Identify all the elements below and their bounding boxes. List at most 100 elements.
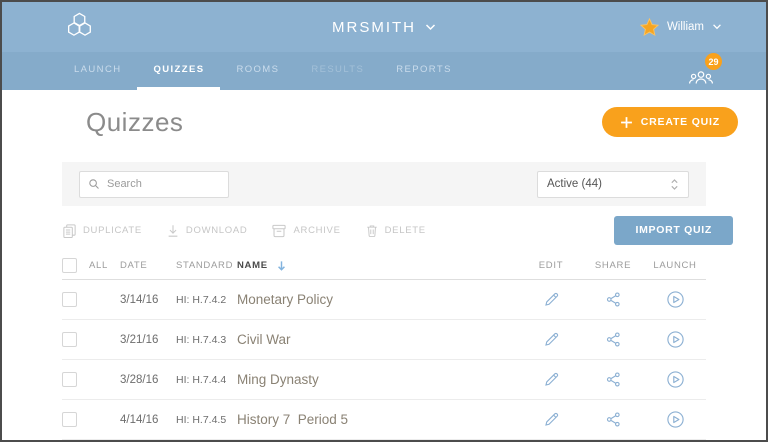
row-checkbox[interactable] (62, 292, 77, 307)
tab-reports-label: REPORTS (396, 64, 452, 75)
launch-quiz-button[interactable] (666, 410, 685, 429)
select-all-checkbox[interactable] (62, 258, 77, 273)
download-icon (166, 223, 180, 238)
row-checkbox[interactable] (62, 332, 77, 347)
launch-quiz-button[interactable] (666, 290, 685, 309)
download-button[interactable]: DOWNLOAD (166, 223, 248, 238)
edit-quiz-button[interactable] (543, 291, 560, 308)
app-logo-icon[interactable] (64, 12, 94, 42)
tab-rooms[interactable]: ROOMS (220, 52, 295, 90)
create-quiz-label: CREATE QUIZ (641, 116, 720, 128)
table-row: 3/21/16 HI: H.7.4.3 Civil War (62, 320, 706, 360)
filter-bar: Active (44) (62, 162, 706, 206)
quiz-standard: HI: H.7.4.2 (176, 294, 237, 306)
table-row: 3/28/16 HI: H.7.4.4 Ming Dynasty (62, 360, 706, 400)
share-icon (605, 331, 622, 348)
pencil-icon (543, 331, 560, 348)
search-box[interactable] (79, 171, 229, 198)
launch-quiz-button[interactable] (666, 330, 685, 349)
delete-label: DELETE (385, 225, 426, 236)
search-input[interactable] (107, 178, 220, 190)
pencil-icon (543, 411, 560, 428)
name-header[interactable]: NAME (237, 260, 520, 272)
share-icon (605, 291, 622, 308)
share-quiz-button[interactable] (605, 411, 622, 428)
archive-label: ARCHIVE (293, 225, 340, 236)
room-name-label: MRSMITH (332, 19, 416, 36)
header-select-all: ALL (62, 258, 120, 273)
share-quiz-button[interactable] (605, 371, 622, 388)
updown-chevrons-icon (670, 178, 679, 191)
chevron-down-icon (425, 24, 436, 31)
edit-quiz-button[interactable] (543, 411, 560, 428)
tab-quizzes-label: QUIZZES (153, 64, 204, 75)
status-filter-value: Active (44) (547, 178, 602, 190)
delete-button[interactable]: DELETE (365, 223, 426, 238)
user-name-label: William (667, 21, 704, 33)
tab-quizzes[interactable]: QUIZZES (137, 52, 220, 90)
create-quiz-button[interactable]: CREATE QUIZ (602, 107, 738, 137)
archive-icon (271, 223, 287, 238)
trash-icon (365, 223, 379, 238)
launch-quiz-button[interactable] (666, 370, 685, 389)
quiz-date: 3/14/16 (120, 294, 176, 306)
duplicate-button[interactable]: DUPLICATE (62, 223, 142, 238)
launch-header: LAUNCH (644, 260, 706, 271)
page-header: Quizzes CREATE QUIZ (86, 106, 738, 138)
quiz-standard: HI: H.7.4.3 (176, 334, 237, 346)
top-header: MRSMITH William (2, 2, 766, 52)
quiz-standard: HI: H.7.4.4 (176, 374, 237, 386)
archive-button[interactable]: ARCHIVE (271, 223, 340, 238)
row-checkbox[interactable] (62, 372, 77, 387)
tab-launch-label: LAUNCH (74, 64, 121, 75)
name-header-label: NAME (237, 260, 268, 271)
quiz-date: 3/21/16 (120, 334, 176, 346)
user-menu[interactable]: William (640, 2, 722, 52)
share-icon (605, 371, 622, 388)
quiz-date: 4/14/16 (120, 414, 176, 426)
class-people-icon (688, 66, 714, 88)
play-circle-icon (666, 410, 685, 429)
quiz-name[interactable]: Ming Dynasty (237, 372, 520, 387)
room-name-menu[interactable]: MRSMITH (332, 19, 436, 36)
tab-results-label: RESULTS (311, 64, 364, 75)
star-icon (640, 18, 659, 37)
quiz-name[interactable]: History 7 Period 5 (237, 412, 520, 427)
standard-header[interactable]: STANDARD (176, 260, 237, 271)
search-icon (88, 177, 100, 191)
app-window: MRSMITH William LAUNCH QUIZZES ROOMS RES… (0, 0, 768, 442)
edit-header: EDIT (520, 260, 582, 271)
row-checkbox[interactable] (62, 412, 77, 427)
quiz-table: ALL DATE STANDARD NAME EDIT SHARE LAUNCH… (62, 252, 706, 442)
quiz-name[interactable]: Civil War (237, 332, 520, 347)
quiz-standard: HI: H.7.4.5 (176, 414, 237, 426)
table-header-row: ALL DATE STANDARD NAME EDIT SHARE LAUNCH (62, 252, 706, 280)
play-circle-icon (666, 330, 685, 349)
share-quiz-button[interactable] (605, 291, 622, 308)
table-row: 3/14/16 HI: H.7.4.2 Monetary Policy (62, 280, 706, 320)
download-label: DOWNLOAD (186, 225, 248, 236)
quiz-name[interactable]: Monetary Policy (237, 292, 520, 307)
share-header: SHARE (582, 260, 644, 271)
quiz-date: 3/28/16 (120, 374, 176, 386)
tab-reports[interactable]: REPORTS (380, 52, 468, 90)
import-quiz-button[interactable]: IMPORT QUIZ (614, 216, 733, 245)
tab-launch[interactable]: LAUNCH (58, 52, 137, 90)
edit-quiz-button[interactable] (543, 331, 560, 348)
duplicate-icon (62, 223, 77, 238)
sort-desc-icon (276, 260, 287, 272)
tab-results[interactable]: RESULTS (295, 52, 380, 90)
share-quiz-button[interactable] (605, 331, 622, 348)
share-icon (605, 411, 622, 428)
class-roster-button[interactable]: 29 (688, 52, 722, 90)
table-row: 4/14/16 HI: H.7.4.5 History 7 Period 5 (62, 400, 706, 440)
date-header[interactable]: DATE (120, 260, 176, 271)
status-filter-dropdown[interactable]: Active (44) (537, 171, 689, 198)
play-circle-icon (666, 290, 685, 309)
play-circle-icon (666, 370, 685, 389)
tab-rooms-label: ROOMS (236, 64, 279, 75)
main-nav: LAUNCH QUIZZES ROOMS RESULTS REPORTS 29 (2, 52, 766, 90)
pencil-icon (543, 371, 560, 388)
edit-quiz-button[interactable] (543, 371, 560, 388)
page-title: Quizzes (86, 107, 183, 138)
